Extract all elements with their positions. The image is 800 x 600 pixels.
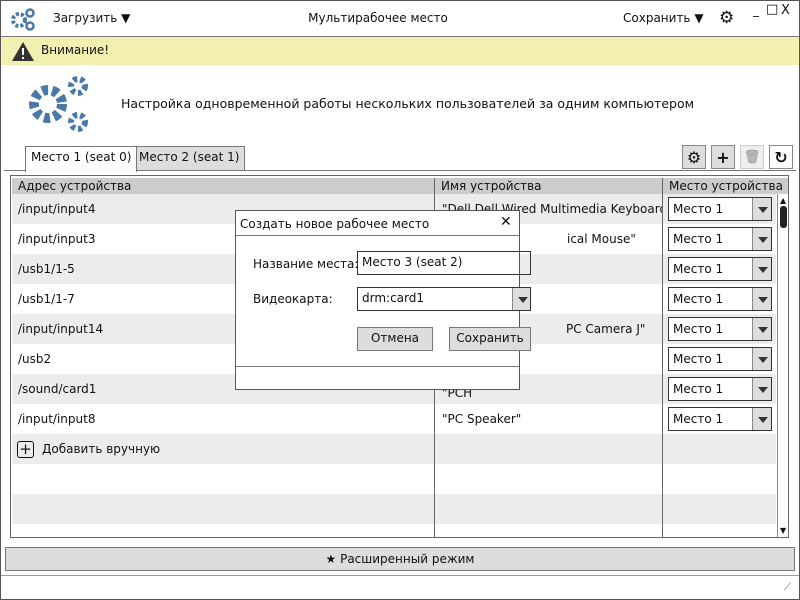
star-icon: ★ (325, 552, 337, 566)
add-manual-link[interactable]: Добавить вручную (42, 442, 160, 456)
banner-text: Настройка одновременной работы нескольки… (121, 96, 695, 111)
status-divider (1, 575, 799, 576)
seat-name-label: Название места: (253, 257, 359, 271)
chevron-down-icon[interactable] (752, 378, 771, 400)
tab-seat-0[interactable]: Место 1 (seat 0) (25, 146, 138, 172)
seat-select[interactable]: Место 1 (668, 197, 772, 221)
save-menu[interactable]: Сохранить ▼ (623, 11, 704, 25)
dialog-footer-divider (236, 366, 519, 367)
gpu-select[interactable]: drm:card1 (357, 287, 531, 311)
cell-address: /input/input8 (18, 412, 96, 426)
dialog-header: Создать новое рабочее место ✕ (236, 211, 519, 236)
resize-grip-icon[interactable]: ⟋ (784, 582, 791, 593)
seat-select[interactable]: Место 1 (668, 287, 772, 311)
cell-name: PC Camera J" (566, 322, 646, 336)
chevron-down-icon[interactable] (752, 198, 771, 220)
cell-name: "PC Speaker" (442, 412, 522, 426)
warning-text: Внимание! (41, 43, 110, 57)
dialog-save-button[interactable]: Сохранить (449, 327, 531, 351)
dialog-title: Создать новое рабочее место (240, 217, 430, 231)
chevron-down-icon[interactable] (512, 288, 530, 310)
seat-select[interactable]: Место 1 (668, 347, 772, 371)
cell-name: ical Mouse" (567, 232, 636, 246)
title-bar: Загрузить ▼ Мультирабочее место Сохранит… (1, 1, 799, 37)
maximize-button[interactable]: □ (766, 2, 778, 17)
scroll-down-icon[interactable]: ▼ (780, 526, 786, 535)
banner-gears-icon (29, 76, 88, 132)
tab-seat-1[interactable]: Место 2 (seat 1) (133, 146, 246, 170)
minimize-button[interactable]: _ (753, 3, 759, 17)
seat-name-input[interactable]: Место 3 (seat 2) (357, 251, 531, 275)
settings-gear-icon[interactable]: ⚙ (719, 8, 734, 28)
col-seat[interactable]: Место устройства (663, 178, 788, 194)
cancel-button[interactable]: Отмена (357, 327, 433, 351)
chevron-down-icon[interactable] (752, 258, 771, 280)
gpu-label: Видеокарта: (253, 292, 333, 306)
chevron-down-icon[interactable] (752, 348, 771, 370)
refresh-button[interactable]: ↻ (769, 145, 793, 169)
seat-select[interactable]: Место 1 (668, 227, 772, 251)
seat-select[interactable]: Место 1 (668, 257, 772, 281)
chevron-down-icon[interactable] (752, 288, 771, 310)
delete-seat-button[interactable]: 🗑 (740, 145, 764, 169)
chevron-down-icon[interactable] (752, 408, 771, 430)
col-name[interactable]: Имя устройства (435, 178, 662, 194)
seat-select[interactable]: Место 1 (668, 317, 772, 341)
add-icon[interactable]: + (17, 441, 34, 458)
dialog-close-icon[interactable]: ✕ (500, 214, 512, 230)
refresh-icon: ↻ (774, 147, 788, 167)
seat-select[interactable]: Место 1 (668, 377, 772, 401)
warning-bar: Внимание! (1, 37, 799, 65)
seat-select[interactable]: Место 1 (668, 407, 772, 431)
advanced-mode-button[interactable]: ★ Расширенный режим (5, 547, 795, 571)
close-button[interactable]: X (781, 3, 790, 18)
gear-icon: ⚙ (686, 147, 702, 167)
seat-settings-button[interactable]: ⚙ (682, 145, 706, 169)
trash-icon: 🗑 (743, 149, 761, 165)
warning-icon (12, 42, 34, 61)
plus-icon: + (716, 147, 730, 167)
scroll-up-icon[interactable]: ▲ (780, 196, 786, 205)
scroll-thumb[interactable] (780, 206, 787, 228)
chevron-down-icon[interactable] (752, 318, 771, 340)
col-address[interactable]: Адрес устройства (12, 178, 434, 194)
chevron-down-icon[interactable] (752, 228, 771, 250)
col-divider (662, 178, 663, 537)
add-seat-button[interactable]: + (711, 145, 735, 169)
create-seat-dialog: Создать новое рабочее место ✕ Название м… (235, 210, 531, 390)
scrollbar[interactable]: ▲ ▼ (777, 194, 788, 537)
